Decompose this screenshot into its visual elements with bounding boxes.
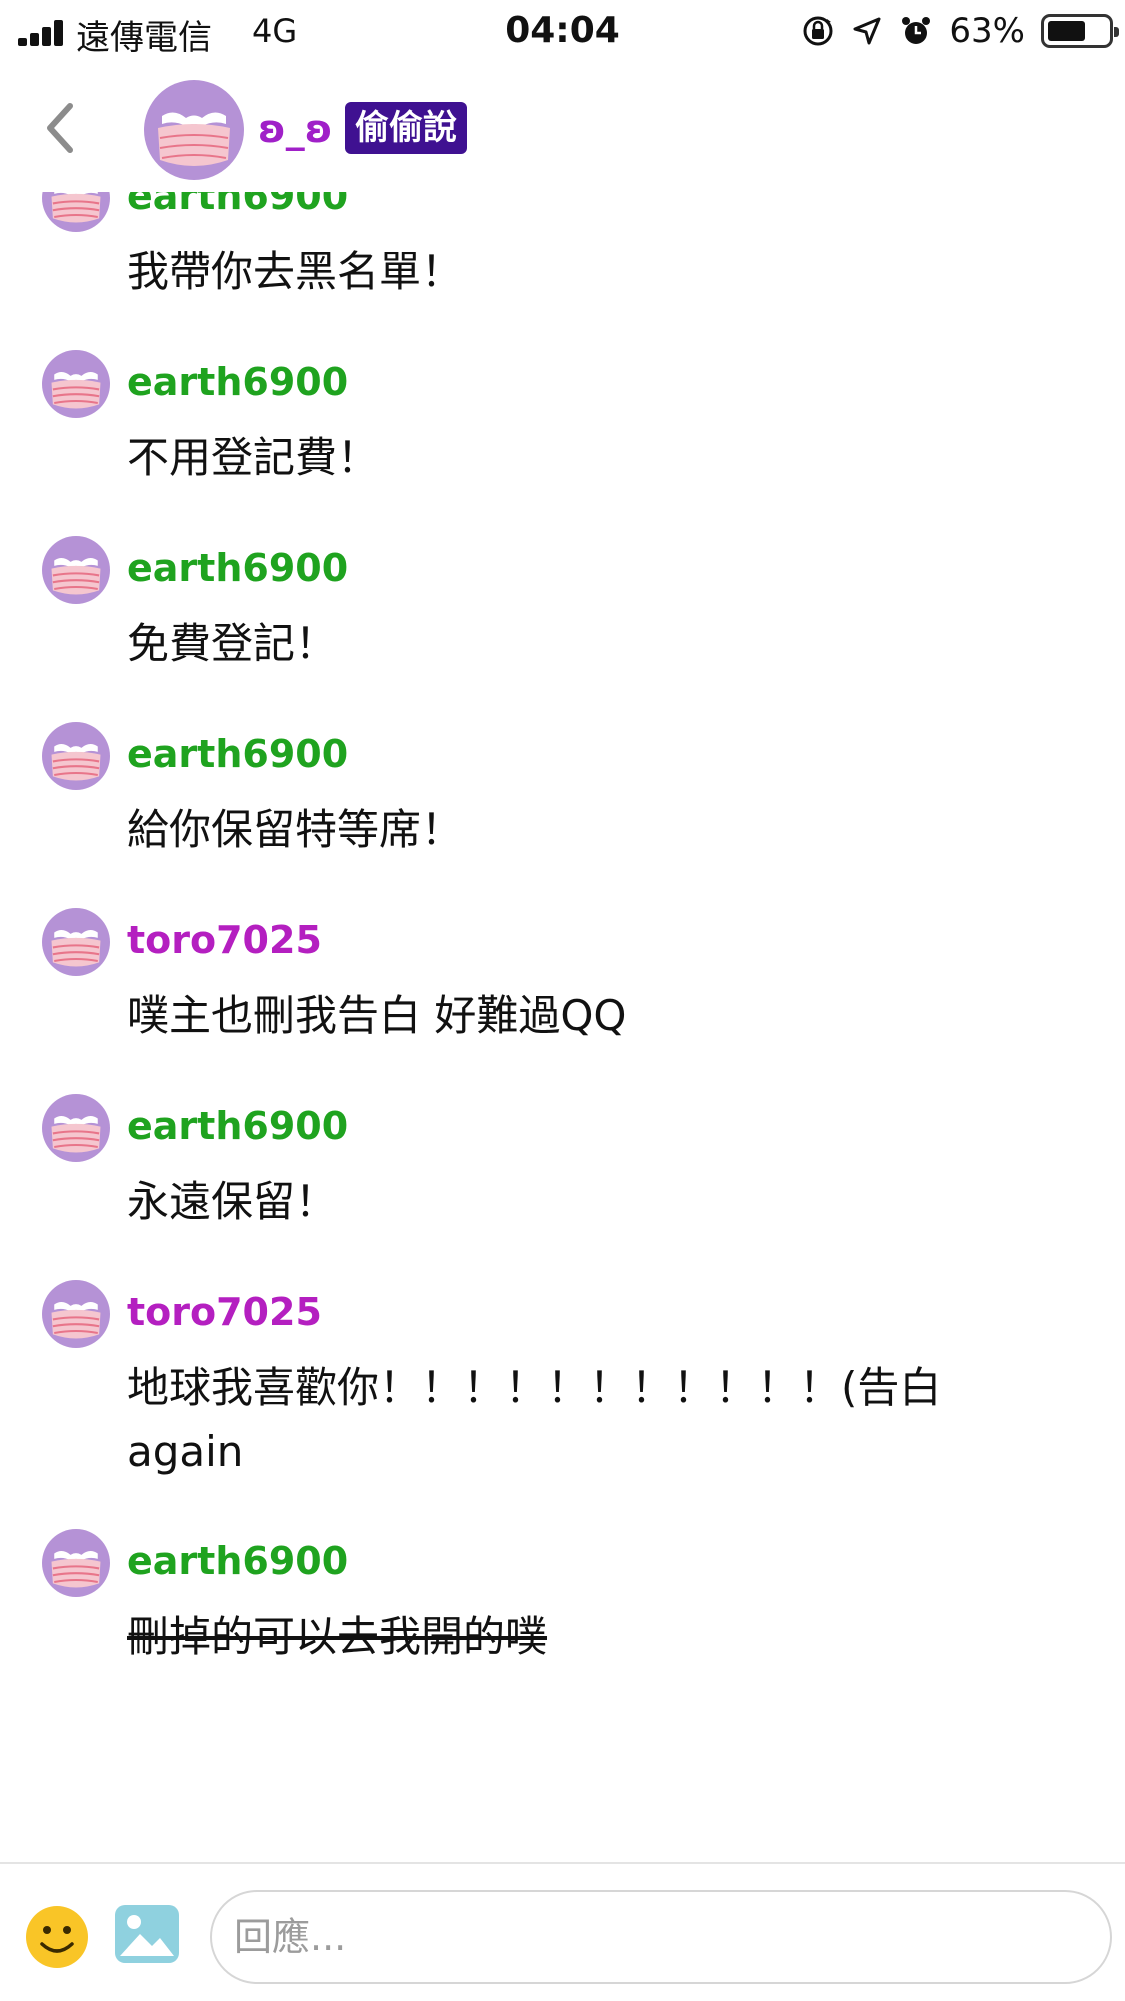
orientation-lock-icon — [803, 16, 833, 46]
message-username[interactable]: earth6900 — [127, 546, 348, 590]
message-text: 不用登記費！ — [127, 433, 380, 482]
message-username[interactable]: earth6900 — [127, 732, 348, 776]
battery-icon — [1041, 14, 1119, 48]
avatar[interactable] — [42, 350, 110, 422]
message-text: 永遠保留！ — [127, 1177, 338, 1226]
message-text: 刪掉的可以去我開的噗 — [127, 1612, 548, 1661]
message-text: 噗主也刪我告白 好難過QQ — [127, 991, 627, 1040]
avatar[interactable] — [42, 908, 110, 980]
status-icons: 63% — [801, 10, 1119, 52]
image-icon[interactable] — [114, 1904, 180, 1964]
battery-percentage: 63% — [949, 11, 1025, 51]
header-username[interactable]: ʚ_ʚ — [258, 107, 333, 151]
smiley-icon[interactable] — [24, 1904, 90, 1970]
reply-bar — [0, 1862, 1125, 2001]
location-arrow-icon — [853, 17, 881, 45]
chevron-left-icon[interactable] — [38, 98, 86, 158]
message-username[interactable]: earth6900 — [127, 1539, 348, 1583]
alarm-icon — [902, 17, 931, 44]
message-text: 我帶你去黑名單！ — [127, 247, 464, 296]
avatar[interactable] — [42, 536, 110, 608]
avatar[interactable] — [144, 80, 244, 180]
message-text: 地球我喜歡你！！！！！！！！！！！(告白again — [127, 1363, 942, 1476]
avatar[interactable] — [42, 1094, 110, 1166]
message-username[interactable]: earth6900 — [127, 360, 348, 404]
avatar[interactable] — [42, 1280, 110, 1352]
conversation-header: ʚ_ʚ 偷偷說 — [0, 62, 1125, 192]
avatar[interactable] — [42, 722, 110, 794]
secret-badge: 偷偷說 — [345, 102, 467, 154]
message-username[interactable]: toro7025 — [127, 918, 322, 962]
message-username[interactable]: earth6900 — [127, 1104, 348, 1148]
message-text: 給你保留特等席！ — [127, 805, 464, 854]
reply-input[interactable] — [210, 1890, 1112, 1984]
avatar[interactable] — [42, 1529, 110, 1601]
status-bar: 遠傳電信 4G 04:04 63% — [0, 0, 1125, 62]
message-text: 免費登記！ — [127, 619, 338, 668]
message-list[interactable]: earth6900走吧噗主！earth6900我帶你去黑名單！earth6900… — [0, 62, 1125, 1862]
message-username[interactable]: toro7025 — [127, 1290, 322, 1334]
